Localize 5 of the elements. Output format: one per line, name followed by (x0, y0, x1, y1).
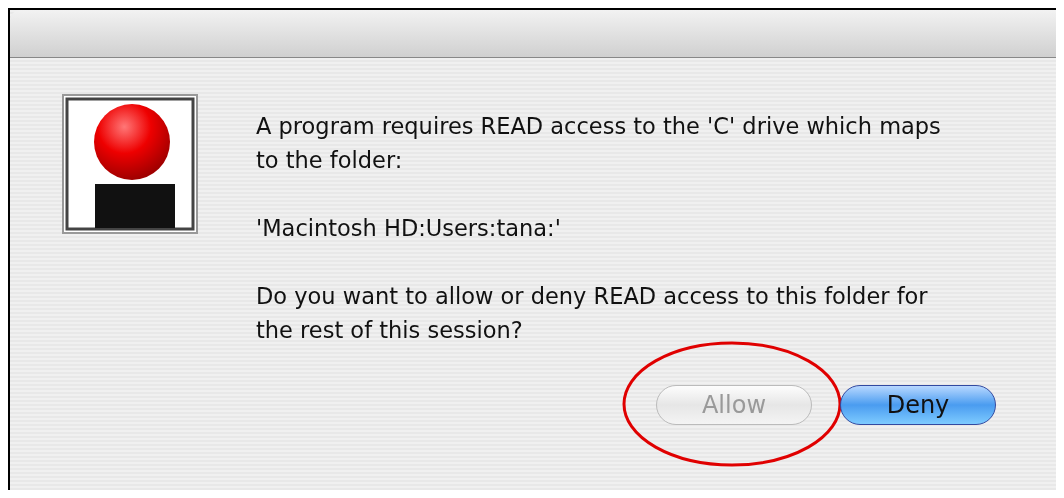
app-icon (62, 94, 198, 234)
message-text: Do you want to allow or deny READ access to this folder for the rest of this session? (256, 282, 929, 345)
dialog-button[interactable]: Deny (840, 385, 996, 425)
message-text: 'Macintosh HD:Users:tana:' (256, 214, 562, 243)
message-text: A program requires READ access to the 'C' drive which maps to the folder: (256, 112, 942, 175)
